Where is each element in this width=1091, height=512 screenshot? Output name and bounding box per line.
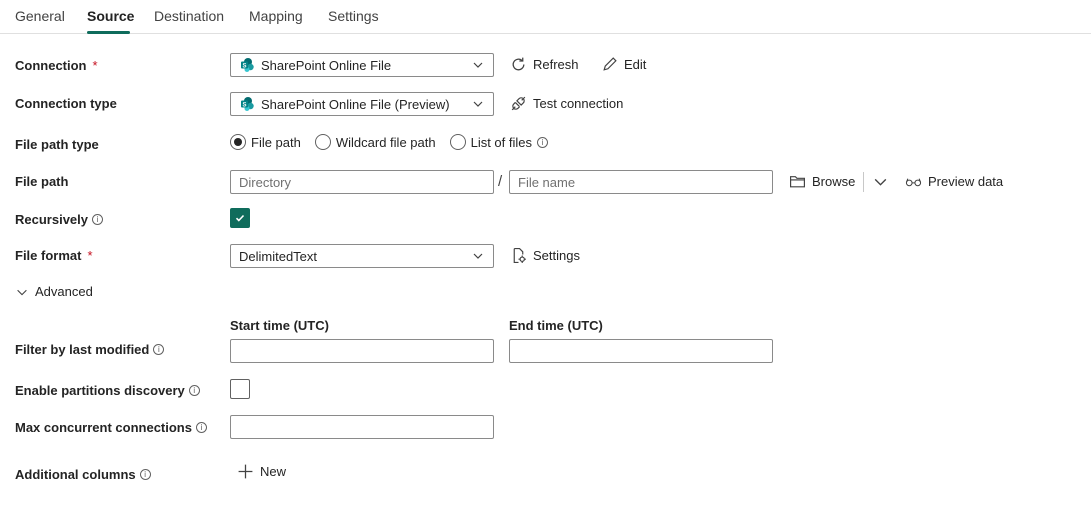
glasses-icon — [905, 178, 922, 187]
chevron-down-icon — [874, 178, 887, 186]
info-icon: i — [537, 136, 549, 148]
info-icon: i — [188, 385, 200, 396]
partitions-discovery-checkbox[interactable] — [230, 379, 250, 399]
end-time-input[interactable] — [509, 339, 773, 363]
refresh-button[interactable]: Refresh — [510, 56, 579, 73]
refresh-icon — [512, 57, 525, 71]
connection-type-value: SharePoint Online File (Preview) — [261, 96, 450, 112]
tab-destination[interactable]: Destination — [154, 8, 224, 24]
partitions-discovery-label: Enable partitions discovery i — [15, 383, 200, 398]
connection-value: SharePoint Online File — [261, 57, 392, 73]
tab-source[interactable]: Source — [87, 8, 134, 24]
file-path-type-radio-group: File path Wildcard file path List of fil… — [230, 134, 562, 150]
file-path-label: File path — [15, 174, 69, 189]
tab-mapping[interactable]: Mapping — [249, 8, 303, 24]
connection-type-select[interactable]: S SharePoint Online File (Preview) — [230, 92, 494, 116]
preview-data-button[interactable]: Preview data — [905, 173, 1003, 190]
browse-dropdown-button[interactable] — [872, 173, 889, 190]
radio-wildcard-file-path[interactable]: Wildcard file path — [314, 134, 436, 150]
chevron-down-icon — [471, 97, 485, 111]
max-concurrent-connections-label: Max concurrent connections i — [15, 420, 207, 435]
start-time-input[interactable] — [230, 339, 494, 363]
connection-label: Connection * — [15, 58, 98, 73]
additional-columns-label: Additional columns i — [15, 467, 151, 482]
connection-type-label: Connection type — [15, 96, 117, 111]
divider — [863, 172, 864, 192]
plus-icon — [238, 464, 253, 479]
start-time-label: Start time (UTC) — [230, 318, 329, 333]
format-settings-button[interactable]: Settings — [510, 247, 580, 264]
filter-last-modified-label: Filter by last modified i — [15, 342, 165, 357]
max-concurrent-connections-input[interactable] — [230, 415, 494, 439]
edit-button[interactable]: Edit — [601, 56, 646, 73]
folder-icon — [790, 176, 805, 188]
file-format-select[interactable]: DelimitedText — [230, 244, 494, 268]
info-icon: i — [195, 422, 207, 433]
directory-input[interactable]: Directory — [230, 170, 494, 194]
active-tab-indicator — [87, 31, 130, 34]
advanced-toggle[interactable]: Advanced — [15, 284, 93, 299]
file-format-value: DelimitedText — [239, 248, 318, 264]
file-format-label: File format * — [15, 248, 93, 263]
chevron-down-icon — [471, 58, 485, 72]
sharepoint-icon: S — [241, 58, 254, 72]
tab-bar: General Source Destination Mapping Setti… — [0, 0, 1091, 34]
file-name-input[interactable]: File name — [509, 170, 773, 194]
svg-text:S: S — [242, 102, 246, 108]
browse-button[interactable]: Browse — [789, 173, 855, 190]
test-connection-button[interactable]: Test connection — [510, 95, 623, 112]
info-icon: i — [139, 469, 151, 480]
add-column-button[interactable]: New — [237, 463, 286, 480]
plug-icon — [511, 96, 526, 111]
tab-general[interactable]: General — [15, 8, 65, 24]
end-time-label: End time (UTC) — [509, 318, 603, 333]
info-icon: i — [153, 344, 165, 355]
required-marker: * — [87, 248, 93, 263]
chevron-down-icon — [471, 249, 485, 263]
document-settings-icon — [513, 248, 526, 263]
required-marker: * — [92, 58, 98, 73]
svg-text:S: S — [242, 63, 246, 69]
radio-file-path[interactable]: File path — [230, 134, 301, 150]
tab-settings[interactable]: Settings — [328, 8, 379, 24]
recursively-checkbox[interactable] — [230, 208, 250, 228]
info-icon: i — [92, 214, 103, 225]
file-path-type-label: File path type — [15, 137, 99, 152]
path-separator: / — [498, 173, 503, 190]
pencil-icon — [603, 57, 617, 71]
radio-list-of-files[interactable]: List of files i — [449, 134, 549, 150]
recursively-label: Recursively i — [15, 212, 103, 227]
chevron-down-icon — [17, 289, 27, 295]
connection-select[interactable]: S SharePoint Online File — [230, 53, 494, 77]
sharepoint-icon: S — [241, 97, 254, 111]
checkmark-icon — [235, 214, 245, 222]
